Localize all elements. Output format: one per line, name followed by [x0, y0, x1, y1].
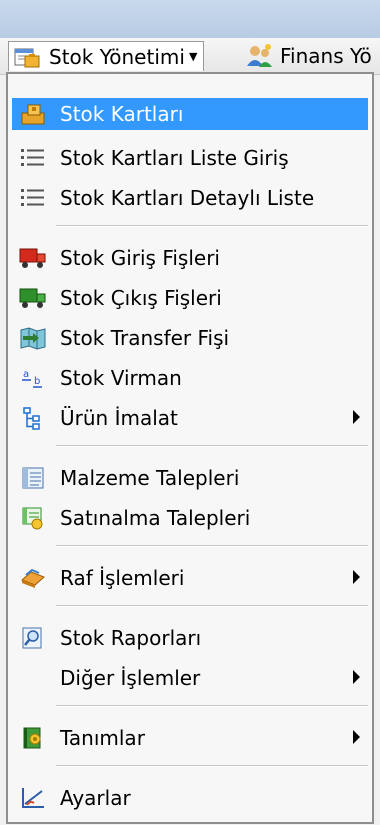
menu-item-stok-kartlari-detayli-liste[interactable]: Stok Kartları Detaylı Liste — [12, 182, 368, 214]
menu-item-label: Satınalma Talepleri — [60, 506, 251, 530]
submenu-arrow-icon — [353, 730, 360, 744]
transfer-map-icon — [18, 324, 48, 352]
menu-item-label: Tanımlar — [60, 726, 145, 750]
virman-icon: a b — [18, 364, 48, 392]
menu-separator — [56, 445, 368, 447]
window-title-bar — [0, 0, 380, 39]
menu-item-stok-giris-fisleri[interactable]: Stok Giriş Fişleri — [12, 242, 368, 274]
svg-text:b: b — [34, 376, 40, 387]
submenu-arrow-icon — [353, 670, 360, 684]
shelf-icon — [18, 564, 48, 592]
menu-item-satinalma-talepleri[interactable]: Satınalma Talepleri — [12, 502, 368, 534]
menu-item-urun-imalat[interactable]: Ürün İmalat — [12, 402, 368, 434]
menu-item-diger-islemler[interactable]: Diğer İşlemler — [12, 662, 368, 694]
menu-item-raf-islemleri[interactable]: Raf İşlemleri — [12, 562, 368, 594]
menu-item-stok-kartlari-liste-giris[interactable]: Stok Kartları Liste Giriş — [12, 142, 368, 174]
menu-stok-yonetimi-label: Stok Yönetimi — [49, 44, 185, 69]
finance-users-icon — [244, 43, 274, 69]
menu-item-label: Ayarlar — [60, 786, 131, 810]
book-gear-icon — [18, 724, 48, 752]
menu-separator — [56, 705, 368, 707]
menu-item-ayarlar[interactable]: Ayarlar — [12, 782, 368, 814]
menu-item-stok-virman[interactable]: a b Stok Virman — [12, 362, 368, 394]
submenu-arrow-icon — [353, 410, 360, 424]
menu-item-label: Stok Kartları Detaylı Liste — [60, 186, 315, 210]
list-icon — [18, 184, 48, 212]
menu-finans-label: Finans Yö — [280, 44, 372, 68]
menu-item-label: Stok Giriş Fişleri — [60, 246, 220, 270]
menu-finans[interactable]: Finans Yö — [244, 41, 372, 71]
menu-item-stok-transfer-fisi[interactable]: Stok Transfer Fişi — [12, 322, 368, 354]
menu-item-label: Stok Kartları — [60, 102, 184, 126]
menu-item-label: Stok Çıkış Fişleri — [60, 286, 222, 310]
menu-item-label: Stok Virman — [60, 366, 182, 390]
stock-card-icon — [18, 100, 48, 128]
menu-separator — [56, 545, 368, 547]
list-icon — [18, 144, 48, 172]
menu-item-malzeme-talepleri[interactable]: Malzeme Talepleri — [12, 462, 368, 494]
menu-separator — [56, 225, 368, 227]
document-icon — [18, 464, 48, 492]
menu-separator — [56, 765, 368, 767]
dropdown-caret-icon: ▼ — [188, 50, 198, 63]
menu-item-stok-kartlari[interactable]: Stok Kartları — [12, 98, 368, 130]
truck-in-icon — [18, 244, 48, 272]
menu-item-label: Stok Transfer Fişi — [60, 326, 230, 350]
report-search-icon — [18, 624, 48, 652]
menu-stok-yonetimi[interactable]: Stok Yönetimi ▼ — [8, 41, 205, 71]
blank-icon-slot — [18, 664, 48, 692]
purchase-icon — [18, 504, 48, 532]
stock-management-icon — [13, 44, 43, 70]
menu-item-stok-raporlari[interactable]: Stok Raporları — [12, 622, 368, 654]
menu-bar: Stok Yönetimi ▼ Finans Yö — [0, 38, 380, 75]
dropdown-menu: Stok Kartları Stok Kartları Liste Giriş … — [6, 72, 374, 824]
settings-chart-icon — [18, 784, 48, 812]
menu-item-tanimlar[interactable]: Tanımlar — [12, 722, 368, 754]
submenu-arrow-icon — [353, 570, 360, 584]
menu-item-label: Malzeme Talepleri — [60, 466, 240, 490]
menu-item-label: Diğer İşlemler — [60, 666, 201, 690]
svg-text:a: a — [23, 369, 29, 380]
menu-separator — [56, 605, 368, 607]
truck-out-icon — [18, 284, 48, 312]
tree-icon — [18, 404, 48, 432]
menu-item-label: Stok Raporları — [60, 626, 202, 650]
menu-item-label: Ürün İmalat — [60, 406, 178, 430]
menu-item-stok-cikis-fisleri[interactable]: Stok Çıkış Fişleri — [12, 282, 368, 314]
menu-item-label: Stok Kartları Liste Giriş — [60, 146, 289, 170]
menu-item-label: Raf İşlemleri — [60, 566, 185, 590]
